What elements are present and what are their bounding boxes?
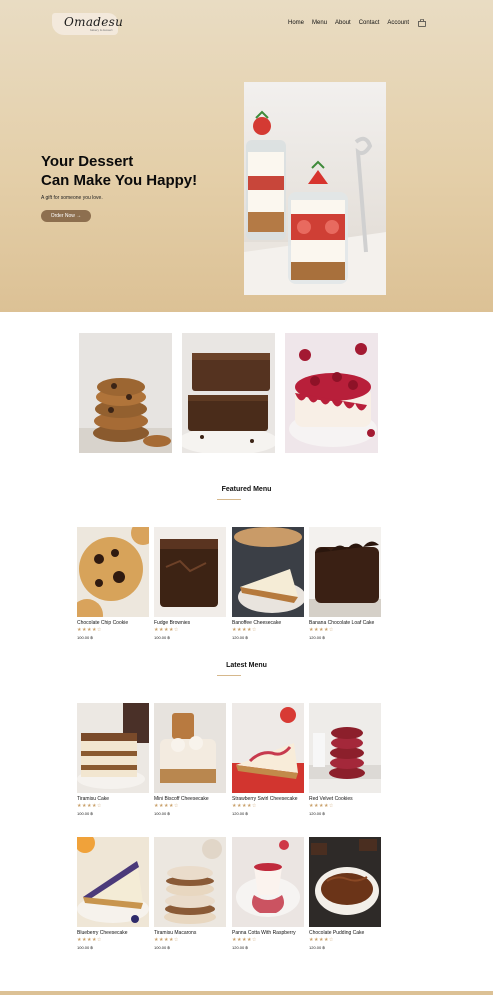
menu-card[interactable]: Mini Biscoff Cheesecake ★★★★☆ 100.00 ฿ (154, 703, 226, 816)
menu-card-price: 120.00 ฿ (309, 945, 325, 950)
menu-card-name: Chocolate Chip Cookie (77, 620, 129, 626)
menu-card-price: 100.00 ฿ (77, 635, 93, 640)
nav-account[interactable]: Account (387, 20, 409, 26)
menu-card[interactable]: Blueberry Cheesecake ★★★★☆ 100.00 ฿ (77, 837, 149, 950)
menu-card[interactable]: Fudge Brownies ★★★★☆ 100.00 ฿ (154, 527, 226, 640)
menu-card-price: 120.00 ฿ (232, 945, 248, 950)
menu-card-name: Panna Cotta With Raspberry (232, 930, 296, 936)
menu-card-image[interactable] (232, 703, 304, 793)
menu-card-price: 100.00 ฿ (77, 811, 93, 816)
brand-name: Omadesu (64, 15, 124, 29)
hero-title: Your Dessert Can Make You Happy! (41, 152, 197, 190)
menu-card-price: 100.00 ฿ (77, 945, 93, 950)
menu-card-image[interactable] (77, 837, 149, 927)
menu-card-name: Red Velvet Cookies (309, 796, 353, 802)
menu-card-name: Strawberry Swirl Cheesecake (232, 796, 298, 802)
star-rating: ★★★★☆ (232, 937, 257, 943)
menu-card-price: 100.00 ฿ (154, 811, 170, 816)
menu-card[interactable]: Panna Cotta With Raspberry ★★★★☆ 120.00 … (232, 837, 304, 950)
menu-card[interactable]: Chocolate Chip Cookie ★★★★☆ 100.00 ฿ (77, 527, 149, 640)
star-rating: ★★★★☆ (77, 937, 102, 943)
menu-card[interactable]: Banoffee Cheesecake ★★★★☆ 120.00 ฿ (232, 527, 304, 640)
star-rating: ★★★★☆ (309, 627, 334, 633)
menu-card[interactable]: Banana Chocolate Loaf Cake ★★★★☆ 120.00 … (309, 527, 381, 640)
hero-image (244, 82, 386, 295)
hero-section: Omadesu bakery & dessert Home Menu About… (0, 0, 493, 312)
menu-card-image[interactable] (154, 703, 226, 793)
shopping-bag-icon[interactable] (418, 19, 426, 27)
nav-contact[interactable]: Contact (359, 20, 380, 26)
menu-card-image[interactable] (232, 837, 304, 927)
featured-title-underline (217, 499, 241, 500)
menu-card-price: 100.00 ฿ (154, 945, 170, 950)
footer-bar (0, 991, 493, 995)
star-rating: ★★★★☆ (77, 803, 102, 809)
hero-title-line2: Can Make You Happy! (41, 172, 198, 189)
menu-card-price: 120.00 ฿ (309, 635, 325, 640)
menu-card[interactable]: Chocolate Pudding Cake ★★★★☆ 120.00 ฿ (309, 837, 381, 950)
star-rating: ★★★★☆ (154, 803, 179, 809)
menu-card-price: 120.00 ฿ (232, 811, 248, 816)
star-rating: ★★★★☆ (232, 627, 257, 633)
nav-about[interactable]: About (335, 20, 351, 26)
category-brownies-image[interactable] (182, 333, 275, 453)
menu-card[interactable]: Tiramisu Cake ★★★★☆ 100.00 ฿ (77, 703, 149, 816)
category-cookies-image[interactable] (79, 333, 172, 453)
menu-card[interactable]: Red Velvet Cookies ★★★★☆ 120.00 ฿ (309, 703, 381, 816)
menu-card-name: Chocolate Pudding Cake (309, 930, 365, 936)
brand-tagline: bakery & dessert (90, 28, 113, 32)
menu-card-image[interactable] (309, 837, 381, 927)
menu-card-price: 120.00 ฿ (232, 635, 248, 640)
menu-card-price: 100.00 ฿ (154, 635, 170, 640)
menu-card-name: Fudge Brownies (154, 620, 191, 626)
hero-subtitle: A gift for someone you love. (41, 195, 103, 201)
nav-menu[interactable]: Menu (312, 20, 327, 26)
arrow-right-icon: → (76, 213, 82, 219)
brand-logo[interactable]: Omadesu bakery & dessert (52, 13, 123, 35)
menu-card-name: Banana Chocolate Loaf Cake (309, 620, 375, 626)
menu-card[interactable]: Strawberry Swirl Cheesecake ★★★★☆ 120.00… (232, 703, 304, 816)
menu-card-name: Banoffee Cheesecake (232, 620, 282, 626)
menu-card[interactable]: Tiramisu Macarons ★★★★☆ 100.00 ฿ (154, 837, 226, 950)
star-rating: ★★★★☆ (154, 937, 179, 943)
order-now-button[interactable]: Order Now → (41, 210, 91, 222)
menu-card-image[interactable] (77, 703, 149, 793)
featured-menu-title: Featured Menu (221, 486, 272, 493)
menu-card-image[interactable] (309, 527, 381, 617)
menu-card-image[interactable] (309, 703, 381, 793)
menu-card-name: Mini Biscoff Cheesecake (154, 796, 209, 802)
star-rating: ★★★★☆ (232, 803, 257, 809)
main-nav: Home Menu About Contact Account (288, 19, 426, 27)
menu-card-image[interactable] (154, 527, 226, 617)
menu-card-name: Blueberry Cheesecake (77, 930, 128, 936)
menu-card-image[interactable] (77, 527, 149, 617)
latest-menu-title: Latest Menu (226, 662, 267, 669)
order-now-label: Order Now (50, 213, 75, 219)
star-rating: ★★★★☆ (154, 627, 179, 633)
star-rating: ★★★★☆ (309, 803, 334, 809)
menu-card-image[interactable] (232, 527, 304, 617)
category-cakes-image[interactable] (285, 333, 378, 453)
latest-title-underline (217, 675, 241, 676)
menu-card-price: 120.00 ฿ (309, 811, 325, 816)
star-rating: ★★★★☆ (77, 627, 102, 633)
menu-card-name: Tiramisu Macarons (154, 930, 197, 936)
nav-home[interactable]: Home (288, 20, 304, 26)
hero-title-line1: Your Dessert (41, 153, 134, 170)
menu-card-name: Tiramisu Cake (77, 796, 110, 802)
star-rating: ★★★★☆ (309, 937, 334, 943)
menu-card-image[interactable] (154, 837, 226, 927)
